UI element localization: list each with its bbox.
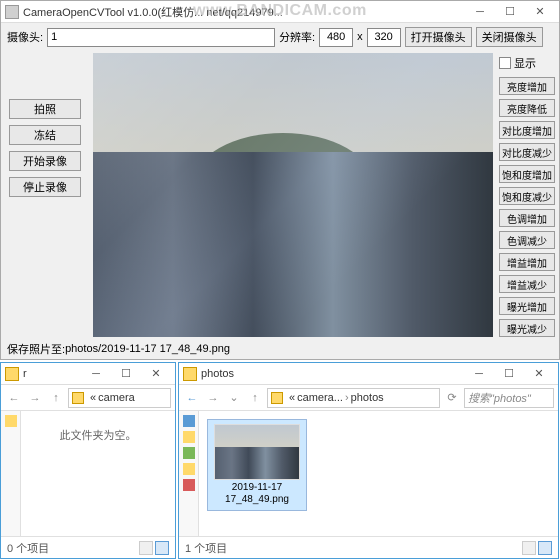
search-input[interactable]: 搜索"photos" bbox=[464, 388, 554, 408]
file-item[interactable]: 2019-11-17 17_48_49.png bbox=[207, 419, 307, 511]
back-icon[interactable]: ← bbox=[183, 389, 201, 407]
folder-icon bbox=[271, 392, 283, 404]
toolbar: 摄像头: 分辨率: x 打开摄像头 关闭摄像头 bbox=[1, 23, 559, 51]
stop-record-button[interactable]: 停止录像 bbox=[9, 177, 81, 197]
contrast-down-button[interactable]: 对比度减少 bbox=[499, 143, 555, 161]
quickaccess-icon[interactable] bbox=[183, 415, 195, 427]
camera-input[interactable] bbox=[47, 28, 275, 47]
status-path: photos/2019-11-17 17_48_49.png bbox=[65, 343, 230, 355]
desktop-icon[interactable] bbox=[183, 431, 195, 443]
capture-button[interactable]: 拍照 bbox=[9, 99, 81, 119]
breadcrumb-item[interactable]: photos bbox=[351, 392, 384, 404]
file-name: 2019-11-17 17_48_49.png bbox=[212, 482, 302, 506]
app-icon bbox=[5, 5, 19, 19]
hue-down-button[interactable]: 色调减少 bbox=[499, 231, 555, 249]
saturation-up-button[interactable]: 饱和度增加 bbox=[499, 165, 555, 183]
explorer-window-1: r ─ ☐ ✕ ← → ↑ « camera 此文件夹为空。 0 个项目 bbox=[0, 362, 176, 559]
left-panel: 拍照 冻结 开始录像 停止录像 bbox=[1, 51, 91, 339]
main-app-window: CameraOpenCVTool v1.0.0(红模仿... net/qq214… bbox=[0, 0, 560, 360]
back-icon[interactable]: ← bbox=[5, 389, 23, 407]
close-camera-button[interactable]: 关闭摄像头 bbox=[476, 27, 543, 47]
forward-icon[interactable]: → bbox=[26, 389, 44, 407]
breadcrumb-item[interactable]: « bbox=[90, 392, 96, 404]
quickaccess-icon[interactable] bbox=[5, 415, 17, 427]
explorer-window-2: photos ─ ☐ ✕ ← → ⌄ ↑ « camera... › photo… bbox=[178, 362, 559, 559]
show-checkbox[interactable] bbox=[499, 57, 511, 69]
up-icon[interactable]: ↑ bbox=[47, 389, 65, 407]
open-camera-button[interactable]: 打开摄像头 bbox=[405, 27, 472, 47]
folder-icon bbox=[72, 392, 84, 404]
explorer1-maximize[interactable]: ☐ bbox=[111, 365, 141, 383]
brightness-up-button[interactable]: 亮度增加 bbox=[499, 77, 555, 95]
refresh-icon[interactable]: ⟳ bbox=[443, 389, 461, 407]
pictures-icon[interactable] bbox=[183, 479, 195, 491]
explorer1-titlebar: r ─ ☐ ✕ bbox=[1, 363, 175, 385]
camera-label: 摄像头: bbox=[7, 29, 43, 45]
freeze-button[interactable]: 冻结 bbox=[9, 125, 81, 145]
contrast-up-button[interactable]: 对比度增加 bbox=[499, 121, 555, 139]
gain-down-button[interactable]: 增益减少 bbox=[499, 275, 555, 293]
exposure-up-button[interactable]: 曝光增加 bbox=[499, 297, 555, 315]
item-count: 1 个项目 bbox=[185, 540, 227, 556]
explorer1-breadcrumb[interactable]: « camera bbox=[68, 388, 171, 408]
explorer2-breadcrumb[interactable]: « camera... › photos bbox=[267, 388, 440, 408]
folder-icon bbox=[183, 367, 197, 381]
close-button[interactable]: ✕ bbox=[525, 3, 555, 21]
saturation-down-button[interactable]: 饱和度减少 bbox=[499, 187, 555, 205]
statusbar: 保存照片至: photos/2019-11-17 17_48_49.png bbox=[1, 339, 559, 359]
brightness-down-button[interactable]: 亮度降低 bbox=[499, 99, 555, 117]
dropdown-icon[interactable]: ⌄ bbox=[225, 389, 243, 407]
explorer2-minimize[interactable]: ─ bbox=[464, 365, 494, 383]
explorer1-statusbar: 0 个项目 bbox=[1, 536, 175, 558]
chevron-right-icon: › bbox=[345, 392, 349, 404]
hue-up-button[interactable]: 色调增加 bbox=[499, 209, 555, 227]
item-count: 0 个项目 bbox=[7, 540, 49, 556]
status-label: 保存照片至: bbox=[7, 341, 65, 357]
width-input[interactable] bbox=[319, 28, 353, 47]
documents-icon[interactable] bbox=[183, 463, 195, 475]
resolution-label: 分辨率: bbox=[279, 29, 315, 45]
explorer2-close[interactable]: ✕ bbox=[524, 365, 554, 383]
downloads-icon[interactable] bbox=[183, 447, 195, 459]
up-icon[interactable]: ↑ bbox=[246, 389, 264, 407]
explorer2-statusbar: 1 个项目 bbox=[179, 536, 558, 558]
view-details-icon[interactable] bbox=[522, 541, 536, 555]
explorer2-content[interactable]: 2019-11-17 17_48_49.png bbox=[199, 411, 558, 536]
view-details-icon[interactable] bbox=[139, 541, 153, 555]
explorer1-close[interactable]: ✕ bbox=[141, 365, 171, 383]
explorer2-titlebar: photos ─ ☐ ✕ bbox=[179, 363, 558, 385]
explorer1-content[interactable]: 此文件夹为空。 bbox=[21, 411, 175, 536]
forward-icon[interactable]: → bbox=[204, 389, 222, 407]
view-icons-icon[interactable] bbox=[155, 541, 169, 555]
explorer1-title: r bbox=[23, 368, 81, 380]
show-label: 显示 bbox=[514, 55, 536, 71]
explorer1-sidebar bbox=[1, 411, 21, 536]
breadcrumb-item[interactable]: camera bbox=[98, 392, 135, 404]
height-input[interactable] bbox=[367, 28, 401, 47]
file-thumbnail bbox=[214, 424, 300, 480]
explorer2-sidebar bbox=[179, 411, 199, 536]
gain-up-button[interactable]: 增益增加 bbox=[499, 253, 555, 271]
breadcrumb-item[interactable]: « bbox=[289, 392, 295, 404]
empty-message: 此文件夹为空。 bbox=[29, 427, 167, 443]
maximize-button[interactable]: ☐ bbox=[495, 3, 525, 21]
start-record-button[interactable]: 开始录像 bbox=[9, 151, 81, 171]
folder-icon bbox=[5, 367, 19, 381]
camera-preview bbox=[93, 53, 493, 337]
watermark: www.BANDICAM.com bbox=[193, 2, 367, 20]
explorer1-nav: ← → ↑ « camera bbox=[1, 385, 175, 411]
exposure-down-button[interactable]: 曝光减少 bbox=[499, 319, 555, 337]
breadcrumb-item[interactable]: camera... bbox=[297, 392, 343, 404]
right-panel: 显示 亮度增加 亮度降低 对比度增加 对比度减少 饱和度增加 饱和度减少 色调增… bbox=[495, 51, 559, 339]
explorer2-title: photos bbox=[201, 368, 464, 380]
view-icons-icon[interactable] bbox=[538, 541, 552, 555]
explorer2-nav: ← → ⌄ ↑ « camera... › photos ⟳ 搜索"photos… bbox=[179, 385, 558, 411]
explorer1-minimize[interactable]: ─ bbox=[81, 365, 111, 383]
times-label: x bbox=[357, 31, 363, 43]
minimize-button[interactable]: ─ bbox=[465, 3, 495, 21]
explorer2-maximize[interactable]: ☐ bbox=[494, 365, 524, 383]
